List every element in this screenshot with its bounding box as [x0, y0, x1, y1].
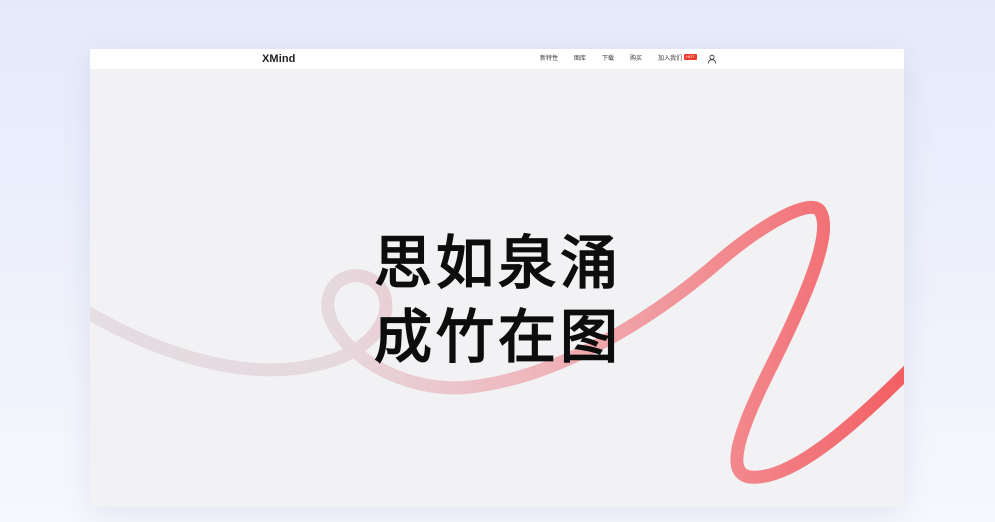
xmind-logo[interactable]: XMind — [262, 53, 296, 65]
nav-item-buy[interactable]: 购买 — [630, 49, 642, 69]
nav-item-new-features[interactable]: 新特性 — [540, 49, 558, 69]
top-navigation-bar: XMind 新特性 图库 下载 购买 加入我们 HOT — [90, 49, 904, 69]
nav-item-download[interactable]: 下载 — [602, 49, 614, 69]
user-icon[interactable] — [707, 54, 717, 64]
webpage-frame: XMind 新特性 图库 下载 购买 加入我们 HOT 思如泉涌 成竹在图 — [90, 49, 904, 507]
main-nav: 新特性 图库 下载 购买 加入我们 HOT — [540, 49, 717, 69]
join-us-label: 加入我们 — [658, 56, 683, 62]
hero-line-2: 成竹在图 — [373, 303, 622, 371]
hero-line-1: 思如泉涌 — [373, 229, 622, 297]
hero-headline: 思如泉涌 成竹在图 — [90, 226, 904, 374]
nav-item-join-us[interactable]: 加入我们 HOT — [658, 49, 697, 69]
hot-badge: HOT — [684, 54, 697, 60]
nav-item-gallery[interactable]: 图库 — [574, 49, 586, 69]
